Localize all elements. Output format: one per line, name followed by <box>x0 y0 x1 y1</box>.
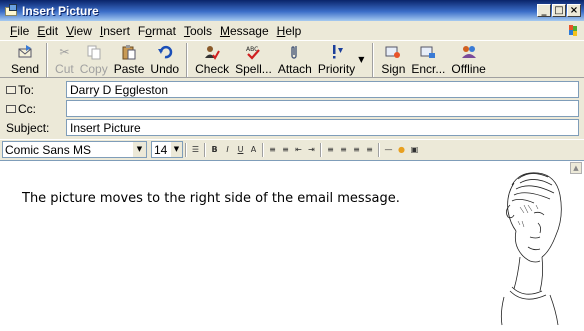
menu-format[interactable]: Format <box>134 24 180 38</box>
to-field[interactable]: Darry D Eggleston <box>66 81 579 98</box>
menu-file[interactable]: File <box>6 24 33 38</box>
horizontal-line-icon[interactable]: — <box>382 142 395 157</box>
menu-insert[interactable]: Insert <box>96 24 134 38</box>
spell-check-icon: ABC <box>246 46 261 60</box>
check-names-icon <box>205 46 220 60</box>
offline-icon <box>461 46 476 58</box>
formatting-toolbar: Comic Sans MS ▼ 14 ▼ ☰ B I U A ≡ ≡ ⇤ ⇥ ≡… <box>0 139 584 159</box>
toolbar-separator <box>204 142 206 157</box>
to-label[interactable]: To: <box>0 83 66 97</box>
sign-button[interactable]: Sign <box>378 41 408 77</box>
toolbar-separator <box>186 43 189 77</box>
menu-view[interactable]: View <box>62 24 96 38</box>
subject-row: Subject: Insert Picture <box>0 118 584 137</box>
insert-link-icon[interactable]: ● <box>395 142 408 157</box>
undo-icon <box>157 45 172 59</box>
cc-field[interactable] <box>66 100 579 117</box>
justify-icon[interactable]: ≡ <box>363 142 376 157</box>
toolbar-separator <box>185 142 187 157</box>
copy-icon <box>87 45 101 60</box>
cut-button[interactable]: ✂ Cut <box>52 41 77 77</box>
toolbar-separator <box>372 43 375 77</box>
paragraph-style-icon[interactable]: ☰ <box>189 142 202 157</box>
window-title: Insert Picture <box>22 3 99 18</box>
priority-icon <box>332 45 343 59</box>
increase-indent-icon[interactable]: ⇥ <box>305 142 318 157</box>
scroll-up-arrow[interactable]: ▲ <box>570 162 582 174</box>
bulleted-list-icon[interactable]: ≡ <box>279 142 292 157</box>
minimize-button[interactable]: _ <box>537 4 551 17</box>
menu-tools[interactable]: Tools <box>180 24 216 38</box>
close-button[interactable]: × <box>567 4 581 17</box>
underline-icon[interactable]: U <box>234 142 247 157</box>
address-book-icon <box>6 104 16 113</box>
check-names-button[interactable]: Check <box>192 41 232 77</box>
spelling-button[interactable]: ABC Spell... <box>232 41 275 77</box>
paperclip-icon <box>291 46 297 59</box>
portrait-sketch-image[interactable] <box>490 165 570 331</box>
numbered-list-icon[interactable]: ≡ <box>266 142 279 157</box>
digital-sign-icon <box>385 46 401 58</box>
italic-icon[interactable]: I <box>221 142 234 157</box>
send-button[interactable]: Send <box>8 41 42 77</box>
priority-button[interactable]: Priority <box>315 41 358 77</box>
send-icon <box>18 45 32 58</box>
subject-field[interactable]: Insert Picture <box>66 119 579 136</box>
toolbar: Send ✂ Cut Copy Paste Undo Check ABC Spe… <box>0 40 584 78</box>
font-color-icon[interactable]: A <box>247 142 260 157</box>
bold-icon[interactable]: B <box>208 142 221 157</box>
scissors-icon: ✂ <box>59 45 70 59</box>
maximize-button[interactable]: □ <box>552 4 566 17</box>
cc-row: Cc: <box>0 99 584 118</box>
paste-button[interactable]: Paste <box>111 41 148 77</box>
chevron-down-icon[interactable]: ▼ <box>171 142 182 157</box>
toolbar-separator <box>46 43 49 77</box>
align-right-icon[interactable]: ≡ <box>350 142 363 157</box>
offline-button[interactable]: Offline <box>448 41 488 77</box>
copy-button[interactable]: Copy <box>77 41 111 77</box>
menu-edit[interactable]: Edit <box>33 24 62 38</box>
undo-button[interactable]: Undo <box>147 41 182 77</box>
encrypt-button[interactable]: Encr... <box>408 41 448 77</box>
menu-bar: File Edit View Insert Format Tools Messa… <box>0 21 584 40</box>
body-text: The picture moves to the right side of t… <box>22 191 400 206</box>
attach-button[interactable]: Attach <box>275 41 315 77</box>
encrypt-icon <box>420 46 436 58</box>
address-book-icon <box>6 85 16 94</box>
toolbar-separator <box>378 142 380 157</box>
insert-picture-app-icon <box>4 3 18 18</box>
font-family-select[interactable]: Comic Sans MS ▼ <box>2 141 147 158</box>
title-bar[interactable]: Insert Picture _ □ × <box>0 0 584 21</box>
insert-picture-icon[interactable]: ▣ <box>408 142 421 157</box>
subject-label: Subject: <box>6 120 50 135</box>
decrease-indent-icon[interactable]: ⇤ <box>292 142 305 157</box>
menu-help[interactable]: Help <box>273 24 306 38</box>
toolbar-separator <box>262 142 264 157</box>
cc-label[interactable]: Cc: <box>0 102 66 116</box>
paste-icon <box>122 45 136 60</box>
chevron-down-icon[interactable]: ▼ <box>133 142 146 157</box>
priority-dropdown-arrow[interactable]: ▼ <box>358 55 364 64</box>
align-left-icon[interactable]: ≡ <box>324 142 337 157</box>
to-row: To: Darry D Eggleston <box>0 80 584 99</box>
align-center-icon[interactable]: ≡ <box>337 142 350 157</box>
windows-flag-icon <box>569 25 577 36</box>
message-body[interactable]: The picture moves to the right side of t… <box>0 160 584 331</box>
toolbar-separator <box>320 142 322 157</box>
font-size-select[interactable]: 14 ▼ <box>151 141 183 158</box>
menu-message[interactable]: Message <box>216 24 273 38</box>
